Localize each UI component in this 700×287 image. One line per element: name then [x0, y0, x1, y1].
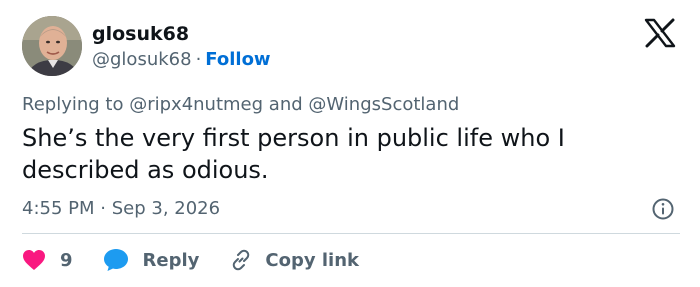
avatar-photo [22, 16, 82, 76]
mention-link[interactable]: @WingsScotland [308, 94, 459, 115]
speech-bubble-icon [103, 249, 128, 271]
reply-button[interactable]: Reply [103, 248, 200, 272]
like-count: 9 [60, 249, 73, 271]
separator-dot: · [195, 49, 202, 70]
tweet-card: glosuk68 @glosuk68 · Follow Replying to @r… [0, 0, 700, 287]
replying-joiner: and [268, 94, 303, 115]
divider [22, 233, 680, 234]
tweet-date: Sep 3, 2026 [111, 198, 221, 219]
replying-prefix: Replying to [22, 94, 124, 115]
copy-link-label: Copy link [265, 249, 359, 271]
link-icon [233, 249, 250, 271]
separator-dot: · [100, 198, 106, 219]
follow-button[interactable]: Follow [205, 49, 270, 70]
copy-link-button[interactable]: Copy link [229, 248, 359, 272]
reply-label: Reply [142, 249, 200, 271]
x-logo-icon[interactable] [640, 18, 680, 48]
action-bar: 9 Reply Copy link [22, 246, 359, 274]
info-icon[interactable] [651, 197, 675, 221]
avatar[interactable] [22, 16, 82, 76]
tweet-time: 4:55 PM [22, 198, 95, 219]
tweet-text: She’s the very first person in public li… [22, 124, 565, 184]
display-name[interactable]: glosuk68 [92, 22, 189, 46]
handle[interactable]: @glosuk68 [92, 49, 192, 70]
heart-icon [23, 250, 45, 270]
replying-to-line: Replying to @ripx4nutmeg and @WingsScotl… [22, 94, 459, 116]
mention-link[interactable]: @ripx4nutmeg [129, 94, 263, 115]
timestamp[interactable]: 4:55 PM · Sep 3, 2026 [22, 198, 220, 220]
like-button[interactable]: 9 [22, 249, 73, 271]
handle-row: @glosuk68 · Follow [92, 48, 271, 72]
